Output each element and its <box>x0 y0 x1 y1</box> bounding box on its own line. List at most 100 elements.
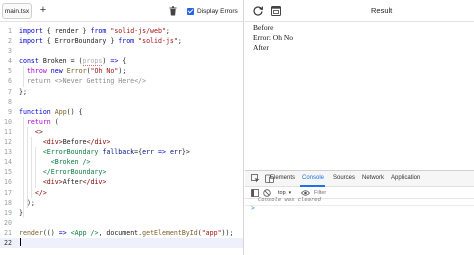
code-token: ; <box>165 27 170 35</box>
devtools-tab-console[interactable]: Console <box>302 175 324 181</box>
code-token: { render } <box>42 27 91 35</box>
context-selector[interactable]: top ▾ <box>278 189 291 197</box>
code-token: throw <box>26 67 47 76</box>
line-number: 5 <box>8 67 12 76</box>
line-number: 6 <box>8 77 12 86</box>
refresh-icon[interactable] <box>252 5 264 17</box>
clear-console-icon[interactable] <box>263 189 271 197</box>
file-tab-main[interactable]: main.tsx <box>2 3 32 19</box>
code-token: return <>Never Getting Here</> <box>26 77 147 86</box>
line-number: 8 <box>8 97 12 106</box>
code-editor[interactable]: 1 import { render } from "solid-js/web"; 2… <box>0 26 243 249</box>
code-line[interactable]: 9 function App() { <box>0 107 243 117</box>
code-token: new <box>50 67 63 76</box>
code-line[interactable]: 17 </> <box>0 188 243 198</box>
code-token: function <box>19 107 51 116</box>
code-line[interactable]: 19} <box>0 208 243 218</box>
code-line[interactable]: 14 <Broken /> <box>0 157 243 167</box>
new-window-icon[interactable] <box>270 5 282 17</box>
trash-icon[interactable] <box>169 6 177 16</box>
code-token: "solid-js" <box>138 37 178 46</box>
code-text: return <>Never Getting Here</> <box>19 76 146 86</box>
devtools-tab-elements[interactable]: Elements <box>270 175 295 181</box>
code-token: err <box>142 148 155 157</box>
inspect-element-icon[interactable] <box>251 174 260 183</box>
console-filter-input[interactable] <box>314 189 364 197</box>
code-token: Error <box>66 67 87 76</box>
code-token: Broken = ( <box>38 57 83 66</box>
code-line[interactable]: 10 return ( <box>0 117 243 127</box>
code-line[interactable]: 5 throw new Error("Oh No"); <box>0 66 243 76</box>
code-token: , document. <box>98 228 143 237</box>
chevron-down-icon: ▾ <box>288 190 292 196</box>
code-line[interactable]: 3 <box>0 46 243 56</box>
code-token: => <box>158 148 166 157</box>
code-token: props <box>82 57 103 67</box>
code-token: import <box>19 27 43 35</box>
indent-guide <box>34 147 36 188</box>
editor-pane: main.tsx + Display Errors 1 import { rend… <box>0 0 244 255</box>
code-line[interactable]: 21 render(() => <App />, document.getElem… <box>0 228 243 238</box>
code-line[interactable]: 18 ); <box>0 198 243 208</box>
display-errors-label: Display Errors <box>197 7 238 15</box>
code-token: () { <box>66 107 83 116</box>
code-line[interactable]: 2 import { ErrorBoundary } from "solid-js… <box>0 36 243 46</box>
devtools-tab-application[interactable]: Application <box>391 175 420 181</box>
result-title: Result <box>371 6 393 15</box>
code-token: "solid-js/web" <box>110 27 166 35</box>
line-number: 4 <box>8 57 12 66</box>
code-line[interactable]: 6 return <>Never Getting Here</> <box>0 76 243 86</box>
code-line[interactable]: 13 <ErrorBoundary fallback={err => err}> <box>0 147 243 157</box>
code-token: err <box>169 148 182 157</box>
result-header: Result <box>245 0 474 22</box>
code-line[interactable]: 1 import { render } from "solid-js/web"; <box>0 26 243 36</box>
code-line[interactable]: 7}; <box>0 87 243 97</box>
code-token: ); <box>118 67 127 76</box>
console-prompt[interactable]: > <box>251 206 255 212</box>
code-token: <div> <box>42 138 63 147</box>
display-errors-checkbox[interactable] <box>187 7 194 15</box>
sidebar-toggle-icon[interactable] <box>251 189 259 197</box>
code-text: import { ErrorBoundary } from "solid-js"… <box>19 36 182 46</box>
console-message: Console was cleared <box>258 197 321 203</box>
code-text: </ErrorBoundary> <box>19 167 107 177</box>
code-text: <ErrorBoundary fallback={err => err}> <box>19 147 190 157</box>
code-text: throw new Error("Oh No"); <box>19 66 126 76</box>
code-token: </> <box>34 188 47 197</box>
code-token: <ErrorBoundary <box>42 148 99 157</box>
code-token: )); <box>221 228 234 237</box>
code-token: </ErrorBoundary> <box>42 168 107 177</box>
code-token: const <box>19 57 39 66</box>
code-line[interactable]: 4 const Broken = (props) => { <box>0 56 243 67</box>
devtools-tab-sources[interactable]: Sources <box>333 175 355 181</box>
eye-icon[interactable] <box>301 189 310 197</box>
code-text: <Broken /> <box>19 157 91 167</box>
line-number: 2 <box>8 37 12 46</box>
code-text: import { render } from "solid-js/web"; <box>19 26 170 36</box>
preview-line: After <box>253 43 269 52</box>
add-file-button[interactable]: + <box>38 3 48 17</box>
code-line[interactable]: 20 <box>0 218 243 228</box>
code-token: from <box>90 27 107 35</box>
code-text: <div>Before</div> <box>19 137 111 147</box>
code-line[interactable]: 12 <div>Before</div> <box>0 137 243 147</box>
code-token: from <box>118 37 135 46</box>
code-line[interactable]: 11 <> <box>0 127 243 137</box>
editor-tab-bar: main.tsx + Display Errors <box>0 0 243 22</box>
code-line[interactable]: 22 <box>0 237 243 249</box>
display-errors-toggle[interactable]: Display Errors <box>187 6 238 16</box>
line-number: 20 <box>4 218 12 227</box>
code-token: </div> <box>86 138 111 147</box>
devtools-tab-bar: Elements Console Sources Network Applica… <box>245 171 474 187</box>
line-number: 10 <box>4 117 12 126</box>
code-text: }; <box>19 87 27 97</box>
line-number: 3 <box>8 47 12 56</box>
devtools-tab-network[interactable]: Network <box>362 175 384 181</box>
code-line[interactable]: 15 </ErrorBoundary> <box>0 167 243 177</box>
console-divider <box>245 205 474 206</box>
code-token: { <box>118 57 127 66</box>
code-token: render <box>19 228 43 237</box>
code-line[interactable]: 8 <box>0 97 243 107</box>
code-token: (() <box>42 228 59 237</box>
code-line[interactable]: 16 <div>After</div> <box>0 177 243 187</box>
